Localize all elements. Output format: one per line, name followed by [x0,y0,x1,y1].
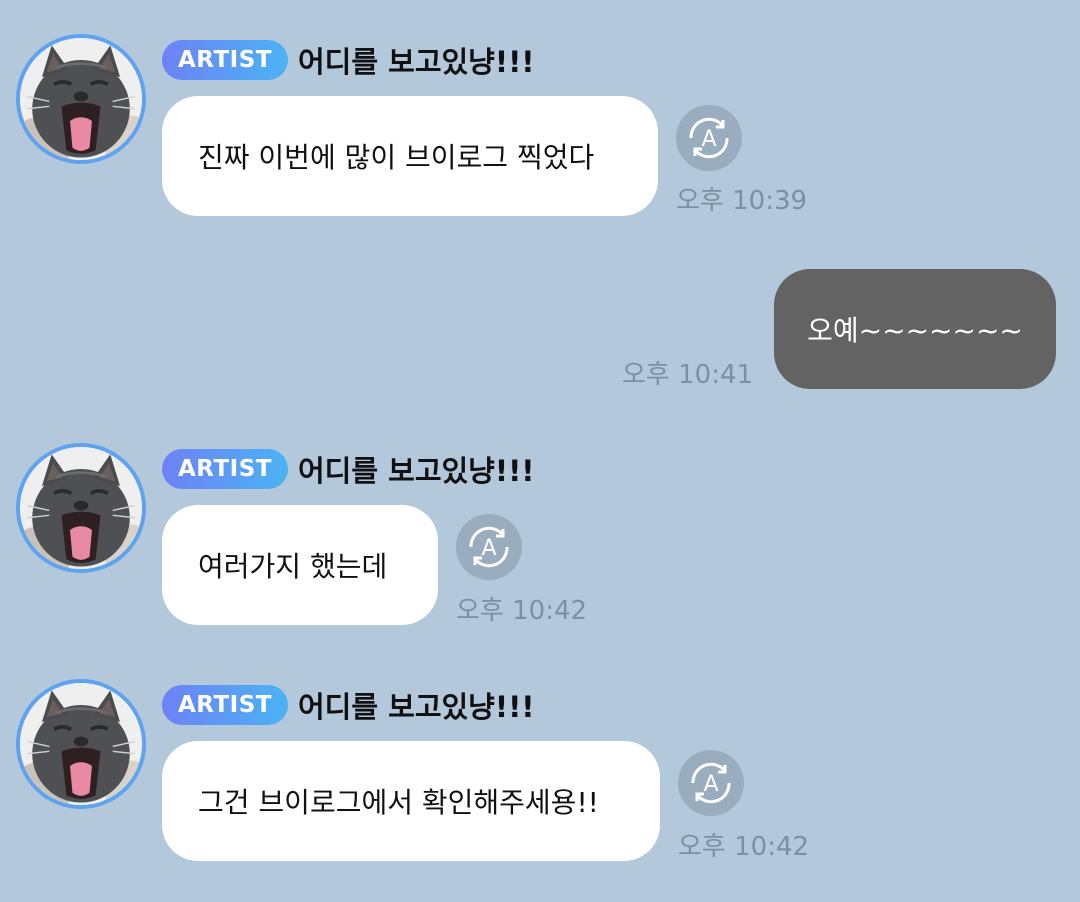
sender-name: 어디를 보고있냥!!! [298,690,535,724]
message-bubble[interactable]: 진짜 이번에 많이 브이로그 찍었다 [162,96,658,216]
sender-name: 어디를 보고있냥!!! [298,45,535,79]
message-time: 오후 10:42 [678,832,810,862]
message-time: 오후 10:39 [676,186,808,216]
message-time: 오후 10:41 [622,360,754,390]
message-bubble[interactable]: 여러가지 했는데 [162,505,438,625]
message-time: 오후 10:42 [456,596,588,626]
my-message-bubble[interactable]: 오예~~~~~~~ [774,269,1056,389]
translate-icon[interactable] [456,514,522,580]
sender-row: ARTIST 어디를 보고있냥!!! [162,685,535,725]
message-bubble[interactable]: 그건 브이로그에서 확인해주세용!! [162,741,660,861]
sender-row: ARTIST 어디를 보고있냥!!! [162,40,535,80]
cat-avatar[interactable] [16,34,146,164]
cat-avatar[interactable] [16,443,146,573]
artist-badge: ARTIST [162,40,288,80]
artist-badge: ARTIST [162,685,288,725]
cat-avatar[interactable] [16,679,146,809]
translate-icon[interactable] [676,105,742,171]
sender-name: 어디를 보고있냥!!! [298,454,535,488]
sender-row: ARTIST 어디를 보고있냥!!! [162,449,535,489]
artist-badge: ARTIST [162,449,288,489]
translate-icon[interactable] [678,750,744,816]
